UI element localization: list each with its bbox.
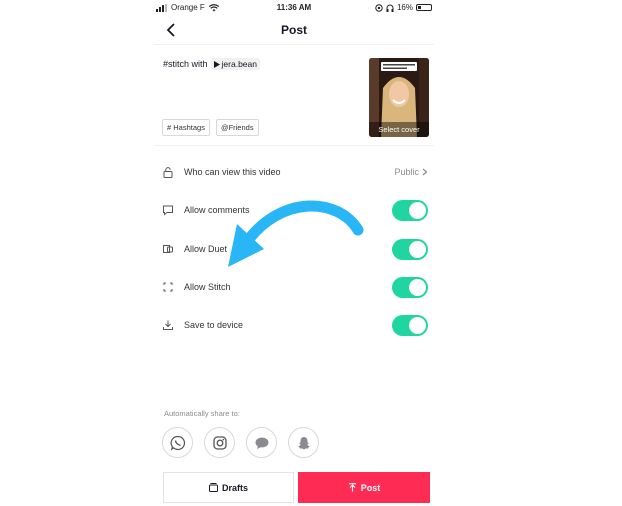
share-instagram-button[interactable] xyxy=(204,427,235,458)
location-icon xyxy=(375,3,383,12)
caption-text[interactable]: #stitch with jera.bean xyxy=(163,58,260,70)
status-bar: Orange F 11:36 AM 16% xyxy=(154,0,434,16)
status-right: 16% xyxy=(375,3,432,12)
lock-icon xyxy=(163,167,173,178)
battery-icon xyxy=(416,4,432,11)
cover-thumbnail[interactable]: Select cover xyxy=(369,58,429,137)
share-message-button[interactable] xyxy=(246,427,277,458)
whatsapp-icon xyxy=(170,435,185,451)
save-to-device-toggle[interactable] xyxy=(392,314,428,336)
allow-comments-toggle[interactable] xyxy=(392,199,428,221)
toggle-knob xyxy=(409,316,426,334)
who-can-view-row[interactable]: Who can view this video Public xyxy=(154,157,434,187)
play-icon xyxy=(213,60,220,68)
header: Post xyxy=(154,18,434,44)
drafts-icon xyxy=(208,483,218,492)
privacy-value[interactable]: Public xyxy=(394,167,428,177)
mention-username: jera.bean xyxy=(221,59,257,69)
post-button[interactable]: Post xyxy=(298,472,430,503)
privacy-value-text: Public xyxy=(394,167,419,177)
hashtags-label: Hashtags xyxy=(173,123,205,132)
caption-hashtag: #stitch with xyxy=(163,59,208,69)
drafts-label: Drafts xyxy=(221,482,248,493)
headphones-icon xyxy=(386,4,394,12)
hashtag-icon: # xyxy=(167,123,172,132)
instagram-icon xyxy=(212,435,227,450)
page-title: Post xyxy=(280,23,307,37)
comment-icon xyxy=(163,205,173,216)
allow-stitch-toggle[interactable] xyxy=(392,276,428,298)
annotation-arrow xyxy=(228,200,364,267)
screen: Orange F 11:36 AM 16% Post #stitch with xyxy=(0,0,622,506)
toggle-knob xyxy=(409,278,426,296)
auto-share-label: Automatically share to: xyxy=(164,409,240,418)
save-to-device-label: Save to device xyxy=(184,320,244,330)
caption-area[interactable]: #stitch with jera.bean Select cover # Ha… xyxy=(154,44,434,144)
snapchat-icon xyxy=(297,436,310,449)
allow-duet-toggle[interactable] xyxy=(392,238,428,260)
post-label: Post xyxy=(360,482,381,493)
allow-stitch-label: Allow Stitch xyxy=(184,282,231,292)
duet-icon xyxy=(163,245,173,253)
allow-stitch-row: Allow Stitch xyxy=(154,272,434,302)
save-to-device-row: Save to device xyxy=(154,310,434,340)
friends-button[interactable]: @Friends xyxy=(215,119,259,136)
who-can-view-label: Who can view this video xyxy=(184,167,281,177)
stitch-icon xyxy=(163,282,173,292)
caption-chips: # Hashtags @Friends xyxy=(162,119,259,136)
friends-label: @Friends xyxy=(220,123,254,132)
chevron-right-icon xyxy=(422,168,428,176)
toggle-knob xyxy=(409,201,426,219)
toggle-knob xyxy=(409,240,426,258)
share-targets xyxy=(162,427,319,458)
mention-tag[interactable]: jera.bean xyxy=(210,58,260,70)
upload-icon xyxy=(348,483,356,492)
drafts-button[interactable]: Drafts xyxy=(163,472,294,503)
message-icon xyxy=(255,437,268,449)
hashtags-button[interactable]: # Hashtags xyxy=(162,119,210,136)
select-cover-label: Select cover xyxy=(369,122,429,137)
download-icon xyxy=(163,320,173,330)
settings-list: Who can view this video Public Allow com… xyxy=(154,145,434,336)
share-whatsapp-button[interactable] xyxy=(162,427,193,458)
share-snapchat-button[interactable] xyxy=(288,427,319,458)
battery-label: 16% xyxy=(396,3,413,12)
